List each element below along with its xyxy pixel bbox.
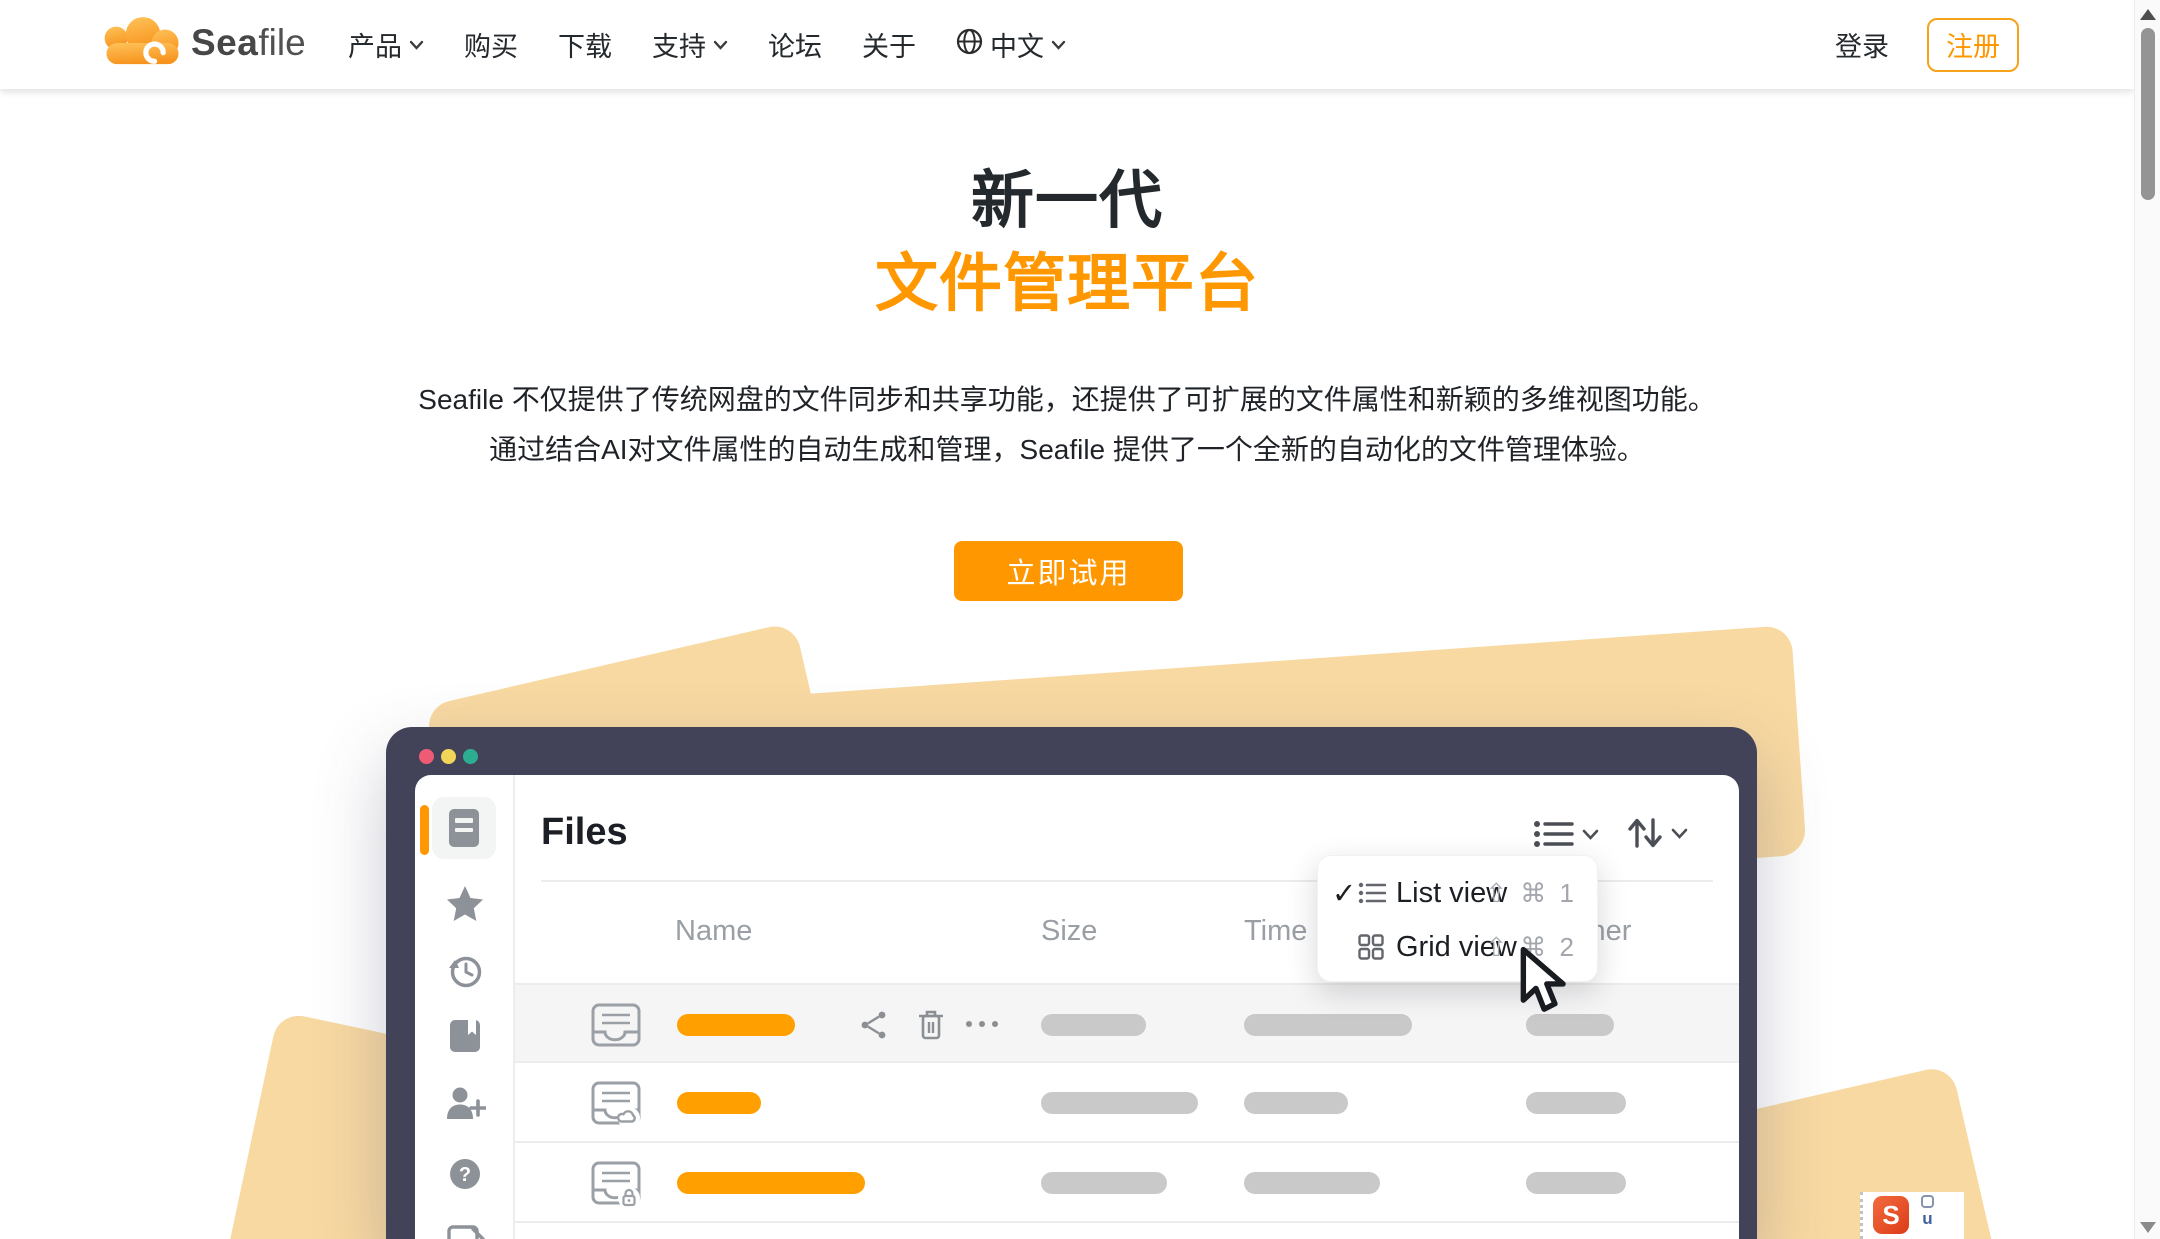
file-time-placeholder — [1244, 1172, 1380, 1194]
hero-title-line2: 文件管理平台 — [0, 233, 2134, 324]
activity-history-icon — [445, 952, 485, 990]
file-time-placeholder — [1244, 1092, 1348, 1114]
seafile-logo[interactable]: Seafile — [95, 12, 306, 74]
nav-item-download[interactable]: 下载 — [558, 25, 612, 64]
file-owner-placeholder — [1526, 1092, 1626, 1114]
file-time-placeholder — [1244, 1014, 1412, 1036]
sidebar-item-files[interactable] — [432, 797, 496, 859]
brand-name-light: file — [258, 22, 305, 64]
library-icon — [589, 1002, 643, 1048]
file-name-placeholder — [677, 1092, 761, 1114]
more-icon[interactable] — [963, 1019, 1003, 1029]
nav-label: 支持 — [652, 25, 706, 64]
nav-item-about[interactable]: 关于 — [862, 25, 916, 64]
nav-right-group: 登录 注册 — [1835, 0, 2019, 89]
active-indicator-bar — [420, 805, 429, 855]
widget-u-icon: u — [1922, 1210, 1932, 1227]
column-header-name[interactable]: Name — [675, 915, 752, 948]
seafile-cloud-icon — [95, 12, 191, 74]
browser-extension-widget: S u — [1860, 1192, 1964, 1239]
nav-item-products[interactable]: 产品 — [348, 25, 424, 64]
devices-icon — [445, 1225, 485, 1239]
chevron-down-icon — [409, 40, 424, 50]
file-size-placeholder — [1041, 1014, 1146, 1036]
svg-text:?: ? — [459, 1164, 471, 1186]
widget-circle-icon — [1921, 1195, 1934, 1208]
seafile-homepage: Seafile 产品 购买 下载 支持 论坛 关于 — [0, 0, 2160, 1239]
sidebar-item-invite-people[interactable] — [415, 1085, 515, 1123]
nav-item-language[interactable]: 中文 — [956, 25, 1066, 64]
nav-label: 购买 — [464, 25, 518, 64]
app-sidebar: ? — [415, 775, 515, 1239]
register-button[interactable]: 注册 — [1927, 18, 2019, 72]
help-icon: ? — [447, 1156, 483, 1192]
scroll-up-arrow[interactable] — [2140, 9, 2156, 20]
menu-item-list-view[interactable]: ✓ List view ⇧ ⌘ 1 — [1318, 864, 1597, 922]
file-size-placeholder — [1041, 1092, 1198, 1114]
nav-item-support[interactable]: 支持 — [652, 25, 728, 64]
nav-item-buy[interactable]: 购买 — [464, 25, 518, 64]
sidebar-item-starred[interactable] — [415, 885, 515, 923]
widget-mini-controls[interactable]: u — [1921, 1195, 1934, 1227]
column-header-size[interactable]: Size — [1041, 915, 1097, 948]
login-link[interactable]: 登录 — [1835, 25, 1889, 64]
grid-view-icon — [1358, 934, 1396, 960]
table-row[interactable] — [515, 1063, 1739, 1143]
window-close-button[interactable] — [419, 749, 434, 764]
file-name-placeholder — [677, 1172, 865, 1194]
library-lock-icon — [589, 1160, 643, 1208]
menu-item-shortcut: ⇧ ⌘ 1 — [1485, 878, 1577, 909]
top-navbar: Seafile 产品 购买 下载 支持 论坛 关于 — [0, 0, 2134, 89]
nav-label: 论坛 — [768, 25, 822, 64]
hero-title-line1: 新一代 — [0, 150, 2134, 241]
nav-label: 产品 — [348, 25, 402, 64]
nav-label: 中文 — [990, 25, 1044, 64]
window-minimize-button[interactable] — [441, 749, 456, 764]
delete-icon[interactable] — [917, 1009, 945, 1041]
notebook-icon — [446, 1018, 484, 1054]
files-icon — [448, 808, 480, 848]
mouse-cursor — [1516, 946, 1574, 1020]
column-header-time[interactable]: Time — [1244, 915, 1307, 948]
file-owner-placeholder — [1526, 1172, 1626, 1194]
list-view-icon — [1358, 881, 1396, 905]
brand-name-bold: Sea — [191, 22, 258, 64]
sidebar-item-activities[interactable] — [415, 952, 515, 990]
starred-icon — [445, 885, 485, 923]
scrollbar-thumb[interactable] — [2141, 28, 2155, 200]
window-maximize-button[interactable] — [463, 749, 478, 764]
chevron-down-icon — [713, 40, 728, 50]
hero-description-line2: 通过结合AI对文件属性的自动生成和管理，Seafile 提供了一个全新的自动化的… — [0, 428, 2134, 468]
try-now-button[interactable]: 立即试用 — [954, 541, 1183, 601]
extension-logo-badge[interactable]: S — [1873, 1196, 1909, 1234]
file-size-placeholder — [1041, 1172, 1167, 1194]
nav-label: 关于 — [862, 25, 916, 64]
nav-menu: 产品 购买 下载 支持 论坛 关于 中文 — [348, 0, 1066, 89]
file-name-placeholder — [677, 1014, 795, 1036]
nav-label: 下载 — [558, 25, 612, 64]
sidebar-item-notebook[interactable] — [415, 1018, 515, 1054]
sidebar-item-help[interactable]: ? — [415, 1156, 515, 1192]
table-row[interactable] — [515, 1143, 1739, 1223]
share-icon[interactable] — [859, 1009, 889, 1041]
invite-people-icon — [444, 1085, 486, 1123]
page-scrollbar[interactable] — [2134, 0, 2160, 1239]
library-cloud-icon — [589, 1080, 643, 1128]
scroll-down-arrow[interactable] — [2140, 1222, 2156, 1233]
hero-description-line1: Seafile 不仅提供了传统网盘的文件同步和共享功能，还提供了可扩展的文件属性… — [0, 378, 2134, 418]
check-icon: ✓ — [1332, 876, 1358, 911]
nav-item-forum[interactable]: 论坛 — [768, 25, 822, 64]
globe-icon — [956, 28, 983, 62]
sidebar-item-devices[interactable] — [415, 1225, 515, 1239]
chevron-down-icon — [1051, 40, 1066, 50]
